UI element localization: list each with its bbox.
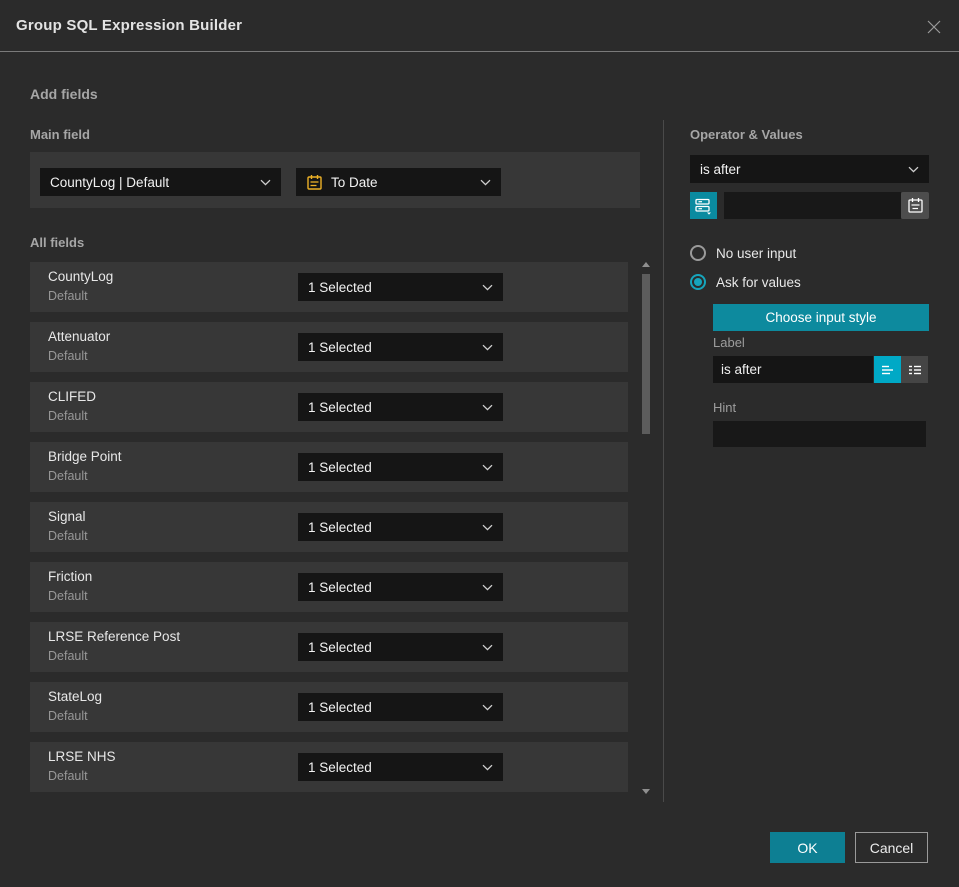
field-name: Friction [48,569,93,584]
chevron-down-icon [482,464,493,471]
scroll-down-arrow-icon[interactable] [642,789,650,794]
dialog-header: Group SQL Expression Builder [0,0,959,52]
chevron-down-icon [482,764,493,771]
field-name: Bridge Point [48,449,122,464]
calendar-icon [306,174,323,191]
label-caption: Label [713,335,745,350]
field-selected-value: 1 Selected [308,699,372,715]
field-row: StateLog Default 1 Selected [30,682,628,732]
cancel-button[interactable]: Cancel [855,832,928,863]
field-row: Bridge Point Default 1 Selected [30,442,628,492]
chevron-down-icon [480,179,491,186]
main-field-label: Main field [30,127,90,142]
field-selected-dropdown[interactable]: 1 Selected [298,753,503,781]
field-row: CLIFED Default 1 Selected [30,382,628,432]
chevron-down-icon [482,704,493,711]
close-icon[interactable] [923,16,945,38]
field-selected-dropdown[interactable]: 1 Selected [298,513,503,541]
field-selected-value: 1 Selected [308,579,372,595]
all-fields-list: CountyLog Default 1 Selected Attenuator … [30,262,628,792]
operator-select[interactable]: is after [690,155,929,183]
field-name: LRSE Reference Post [48,629,181,644]
field-subtitle: Default [48,709,88,723]
field-subtitle: Default [48,409,88,423]
operator-select-value: is after [700,161,741,177]
chevron-down-icon [908,166,919,173]
field-selected-dropdown[interactable]: 1 Selected [298,693,503,721]
field-subtitle: Default [48,589,88,603]
field-subtitle: Default [48,769,88,783]
field-selected-value: 1 Selected [308,639,372,655]
field-name: CountyLog [48,269,114,284]
field-subtitle: Default [48,469,88,483]
field-subtitle: Default [48,349,88,363]
field-name: LRSE NHS [48,749,116,764]
field-subtitle: Default [48,289,88,303]
chevron-down-icon [482,524,493,531]
add-fields-heading: Add fields [30,86,98,102]
date-field-select-value: To Date [331,174,378,190]
single-input-style-icon[interactable] [874,356,901,383]
field-name: StateLog [48,689,103,704]
list-scrollbar[interactable] [639,258,653,798]
all-fields-label: All fields [30,235,85,250]
field-name: CLIFED [48,389,97,404]
field-name: Attenuator [48,329,111,344]
field-selected-value: 1 Selected [308,399,372,415]
field-subtitle: Default [48,649,88,663]
field-name: Signal [48,509,86,524]
field-subtitle: Default [48,529,88,543]
radio-icon [690,245,706,261]
field-selected-dropdown[interactable]: 1 Selected [298,393,503,421]
group-sql-expression-builder-dialog: Group SQL Expression Builder Add fields … [0,0,959,887]
chevron-down-icon [482,584,493,591]
column-divider [663,120,664,802]
dialog-title: Group SQL Expression Builder [16,17,243,34]
chevron-down-icon [482,404,493,411]
unique-values-icon[interactable] [690,192,717,219]
label-input[interactable] [713,356,873,383]
field-selected-dropdown[interactable]: 1 Selected [298,573,503,601]
field-selected-value: 1 Selected [308,279,372,295]
field-row: Signal Default 1 Selected [30,502,628,552]
radio-checked-icon [690,274,706,290]
operator-values-heading: Operator & Values [690,127,803,142]
no-user-input-radio[interactable]: No user input [690,245,796,261]
hint-caption: Hint [713,400,737,415]
scrollbar-thumb[interactable] [642,274,650,434]
ask-for-values-radio[interactable]: Ask for values [690,274,801,290]
field-selected-value: 1 Selected [308,759,372,775]
scroll-up-arrow-icon[interactable] [642,262,650,267]
chevron-down-icon [260,179,271,186]
main-field-select[interactable]: CountyLog | Default [40,168,281,196]
chevron-down-icon [482,284,493,291]
chevron-down-icon [482,344,493,351]
field-selected-value: 1 Selected [308,339,372,355]
list-input-style-icon[interactable] [901,356,928,383]
field-row: LRSE Reference Post Default 1 Selected [30,622,628,672]
ask-for-values-label: Ask for values [716,274,801,290]
main-field-select-value: CountyLog | Default [50,174,170,190]
field-selected-dropdown[interactable]: 1 Selected [298,273,503,301]
date-field-select[interactable]: To Date [296,168,501,196]
value-input[interactable] [724,192,901,219]
field-row: Attenuator Default 1 Selected [30,322,628,372]
no-user-input-label: No user input [716,245,797,261]
field-selected-value: 1 Selected [308,459,372,475]
choose-input-style-button[interactable]: Choose input style [713,304,929,331]
chevron-down-icon [482,644,493,651]
hint-input[interactable] [713,421,926,447]
field-selected-dropdown[interactable]: 1 Selected [298,453,503,481]
field-selected-value: 1 Selected [308,519,372,535]
field-row: CountyLog Default 1 Selected [30,262,628,312]
calendar-picker-icon[interactable] [901,192,929,219]
field-selected-dropdown[interactable]: 1 Selected [298,333,503,361]
field-selected-dropdown[interactable]: 1 Selected [298,633,503,661]
ok-button[interactable]: OK [770,832,845,863]
field-row: Friction Default 1 Selected [30,562,628,612]
field-row: LRSE NHS Default 1 Selected [30,742,628,792]
